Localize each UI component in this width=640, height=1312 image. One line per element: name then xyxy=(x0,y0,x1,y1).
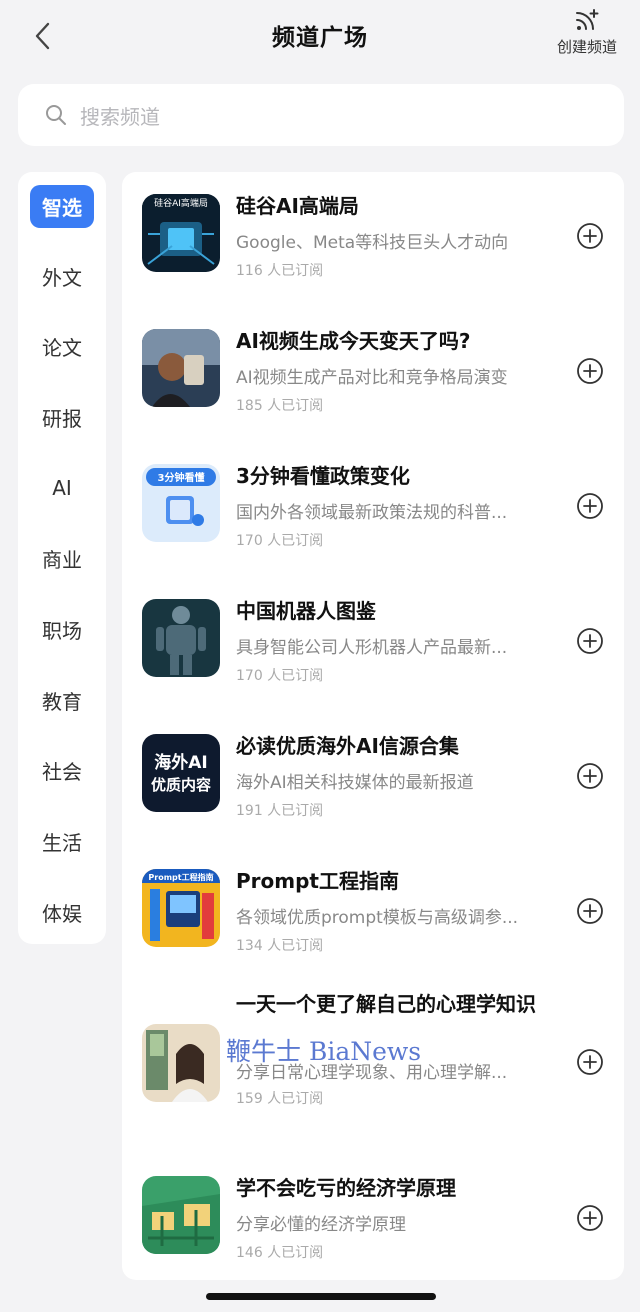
thumbnail-text: 3分钟看懂 xyxy=(158,471,205,484)
channel-desc: 海外AI相关科技媒体的最新报道 xyxy=(236,773,474,793)
category-item-shehui[interactable]: 社会 xyxy=(18,748,106,792)
subscriber-count: 159 人已订阅 xyxy=(236,1091,324,1107)
channel-thumbnail: Prompt工程指南 xyxy=(142,869,220,947)
channel-title: 学不会吃亏的经济学原理 xyxy=(236,1176,456,1200)
channel-title: 一天一个更了解自己的心理学知识 xyxy=(236,992,536,1016)
search-placeholder: 搜索频道 xyxy=(80,104,160,129)
subscriber-count: 185 人已订阅 xyxy=(236,398,324,414)
channel-title: 硅谷AI高端局 xyxy=(236,194,359,218)
broadcast-plus-icon xyxy=(576,9,599,30)
home-indicator xyxy=(206,1293,436,1300)
channel-list: 硅谷AI高端局 硅谷AI高端局 Google、Meta等科技巨头人才动向 116… xyxy=(122,172,624,1280)
add-circle-icon[interactable] xyxy=(576,357,604,385)
channel-desc: 国内外各领域最新政策法规的科普... xyxy=(236,503,508,523)
create-channel-label: 创建频道 xyxy=(556,38,617,56)
channel-item[interactable]: AI视频生成今天变天了吗? AI视频生成产品对比和竞争格局演变 185 人已订阅 xyxy=(122,307,624,442)
category-label: 社会 xyxy=(42,759,82,784)
add-circle-icon[interactable] xyxy=(576,492,604,520)
channel-item[interactable]: 中国机器人图鉴 具身智能公司人形机器人产品最新... 170 人已订阅 xyxy=(122,577,624,712)
channel-item[interactable]: 学不会吃亏的经济学原理 分享必懂的经济学原理 146 人已订阅 xyxy=(122,1154,624,1280)
category-label: 职场 xyxy=(42,618,82,643)
channel-thumbnail xyxy=(142,1176,220,1254)
page-title: 频道广场 xyxy=(272,25,368,51)
subscriber-count: 170 人已订阅 xyxy=(236,533,324,549)
category-label: 商业 xyxy=(42,547,82,572)
search-icon xyxy=(46,105,66,125)
subscriber-count: 134 人已订阅 xyxy=(236,938,324,954)
subscriber-count: 146 人已订阅 xyxy=(236,1245,324,1261)
channel-thumbnail xyxy=(142,599,220,677)
channel-desc: 分享必懂的经济学原理 xyxy=(236,1215,406,1235)
thumbnail-text: 硅谷AI高端局 xyxy=(154,197,208,209)
channel-item[interactable]: 硅谷AI高端局 硅谷AI高端局 Google、Meta等科技巨头人才动向 116… xyxy=(122,172,624,307)
category-label: 研报 xyxy=(42,406,82,431)
category-item-shenghuo[interactable]: 生活 xyxy=(18,819,106,863)
channel-thumbnail: 海外AI 优质内容 xyxy=(142,734,220,812)
thumbnail-text: 优质内容 xyxy=(151,776,211,794)
watermark: 鞭牛士 BiaNews xyxy=(226,1037,422,1066)
channel-item[interactable]: 3分钟看懂 3分钟看懂政策变化 国内外各领域最新政策法规的科普... 170 人… xyxy=(122,442,624,577)
create-channel-button[interactable]: 创建频道 xyxy=(554,8,620,57)
category-label: 生活 xyxy=(42,830,82,855)
category-label: 外文 xyxy=(42,265,82,290)
subscriber-count: 170 人已订阅 xyxy=(236,668,324,684)
add-circle-icon[interactable] xyxy=(576,222,604,250)
channel-thumbnail: 硅谷AI高端局 xyxy=(142,194,220,272)
channel-title: Prompt工程指南 xyxy=(236,869,399,893)
channel-title: 3分钟看懂政策变化 xyxy=(236,464,410,488)
thumbnail-text: Prompt工程指南 xyxy=(148,872,213,882)
add-circle-icon[interactable] xyxy=(576,1048,604,1076)
channel-desc: Google、Meta等科技巨头人才动向 xyxy=(236,233,509,253)
channel-title: 中国机器人图鉴 xyxy=(236,599,376,623)
category-item-yanbao[interactable]: 研报 xyxy=(18,395,106,439)
channel-title: AI视频生成今天变天了吗? xyxy=(236,329,471,353)
channel-item[interactable]: 一天一个更了解自己的心理学知识 分享日常心理学现象、用心理学解... 159 人… xyxy=(122,982,624,1154)
category-label: AI xyxy=(52,476,72,500)
add-circle-icon[interactable] xyxy=(576,1204,604,1232)
category-item-tiyu[interactable]: 体娱 xyxy=(18,890,106,934)
subscriber-count: 191 人已订阅 xyxy=(236,803,324,819)
channel-item[interactable]: Prompt工程指南 Prompt工程指南 各领域优质prompt模板与高级调参… xyxy=(122,847,624,982)
category-item-zhichang[interactable]: 职场 xyxy=(18,607,106,651)
category-item-lunwen[interactable]: 论文 xyxy=(18,324,106,368)
add-circle-icon[interactable] xyxy=(576,762,604,790)
category-label: 论文 xyxy=(42,335,82,360)
channel-title: 必读优质海外AI信源合集 xyxy=(236,734,459,758)
add-circle-icon[interactable] xyxy=(576,627,604,655)
channel-thumbnail xyxy=(142,1024,220,1102)
category-label: 教育 xyxy=(42,689,82,714)
category-label: 体娱 xyxy=(42,901,82,926)
category-item-zhixuan[interactable]: 智选 xyxy=(18,184,106,228)
subscriber-count: 116 人已订阅 xyxy=(236,263,324,279)
category-item-jiaoyu[interactable]: 教育 xyxy=(18,678,106,722)
channel-thumbnail: 3分钟看懂 xyxy=(142,464,220,542)
channel-thumbnail xyxy=(142,329,220,407)
channel-desc: 各领域优质prompt模板与高级调参... xyxy=(236,908,519,928)
category-item-shangye[interactable]: 商业 xyxy=(18,536,106,580)
category-sidebar: 智选 外文 论文 研报 AI 商业 职场 教育 社会 生活 体娱 xyxy=(18,172,106,944)
category-item-waiwen[interactable]: 外文 xyxy=(18,254,106,298)
header: 频道广场 创建频道 xyxy=(0,0,640,76)
category-item-ai[interactable]: AI xyxy=(18,466,106,510)
thumbnail-text: 海外AI xyxy=(154,752,207,773)
add-circle-icon[interactable] xyxy=(576,897,604,925)
channel-desc: 具身智能公司人形机器人产品最新... xyxy=(236,638,508,658)
channel-item[interactable]: 海外AI 优质内容 必读优质海外AI信源合集 海外AI相关科技媒体的最新报道 1… xyxy=(122,712,624,847)
search-bar[interactable]: 搜索频道 xyxy=(18,84,624,146)
category-label: 智选 xyxy=(30,184,94,228)
channel-desc: AI视频生成产品对比和竞争格局演变 xyxy=(236,368,508,388)
